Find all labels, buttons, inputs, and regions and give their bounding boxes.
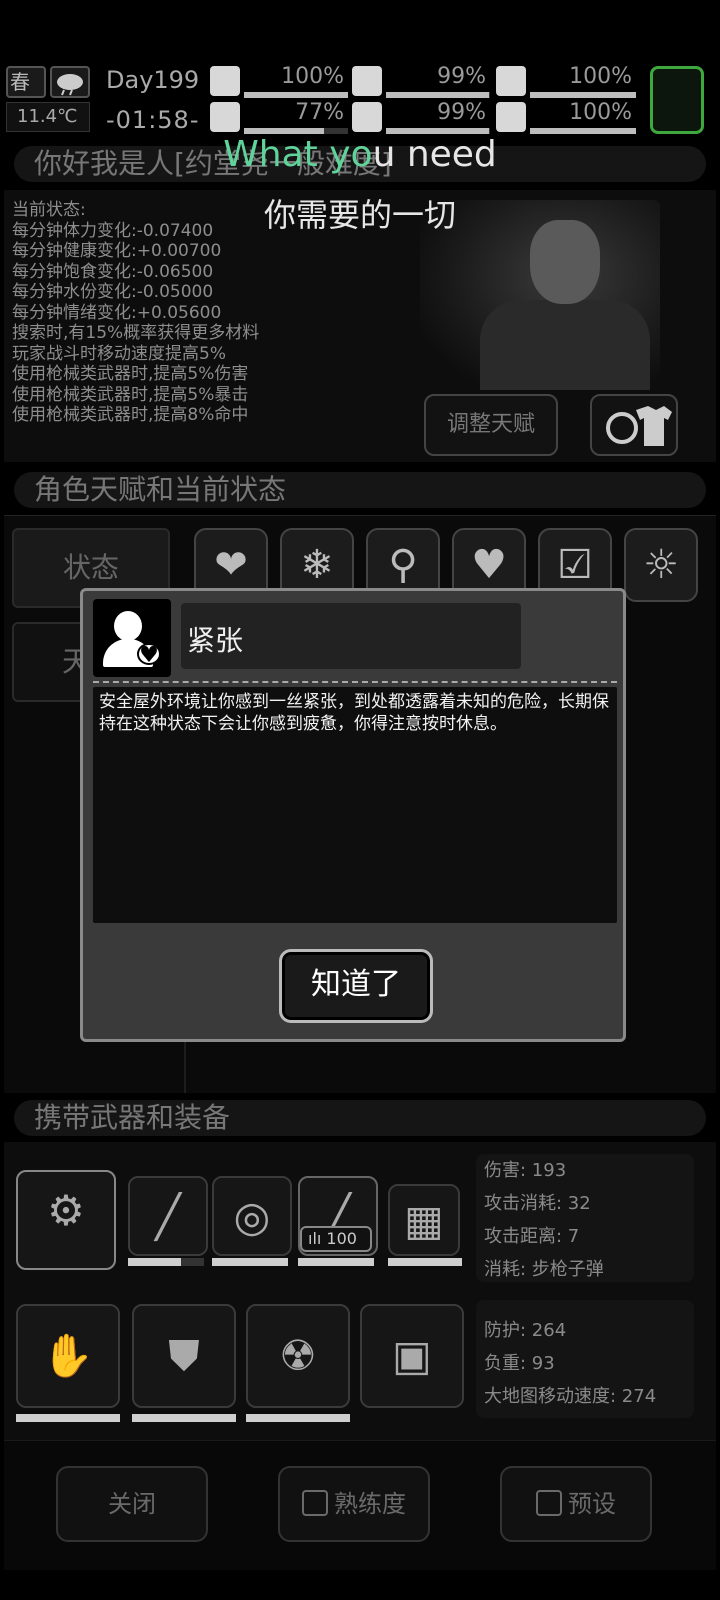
stamina-icon <box>210 102 240 132</box>
medical-stat: 100% <box>210 64 348 98</box>
change-outfit-button[interactable] <box>590 394 678 456</box>
close-button[interactable]: 关闭 <box>56 1466 208 1542</box>
status-line: 使用枪械类武器时,提高5%伤害 <box>12 364 249 384</box>
net-icon: ◎ <box>233 1192 271 1241</box>
day-counter: Day199 <box>106 66 200 94</box>
preset-label: 预设 <box>568 1490 616 1518</box>
alarm-person-icon[interactable]: ☼ <box>624 528 698 602</box>
armor-stats: 防护: 264 负重: 93 大地图移动速度: 274 <box>484 1314 656 1413</box>
armor-slot-backpack[interactable]: ▣ <box>360 1304 464 1408</box>
water-drop-icon <box>352 102 382 132</box>
heart-icon <box>496 102 526 132</box>
temperature-readout: 11.4℃ <box>6 102 90 132</box>
durability-bar <box>298 1258 374 1266</box>
game-clock: -01:58- <box>106 106 200 134</box>
weapon-stat: 伤害: 193 <box>484 1160 567 1181</box>
food-stat: 99% <box>352 64 490 98</box>
status-line: 使用枪械类武器时,提高5%暴击 <box>12 384 249 405</box>
durability-bar <box>132 1414 236 1422</box>
season-indicator: 春 <box>6 66 46 98</box>
mood-value: 100% <box>569 64 632 89</box>
backpack-icon: ▣ <box>392 1331 432 1380</box>
battery-icon <box>650 66 704 134</box>
armor-slot-gloves[interactable]: ✋ <box>16 1304 120 1408</box>
weapon-stat: 消耗: 步枪子弹 <box>484 1259 604 1280</box>
mood-stat: 100% <box>496 64 636 98</box>
minigun-icon: ⚙ <box>47 1186 85 1235</box>
stamina-stat: 77% <box>210 100 348 134</box>
caption-english: What you need <box>223 134 497 175</box>
weapon-stat: 攻击距离: 7 <box>484 1226 580 1247</box>
vest-icon: ⛊ <box>168 1331 200 1380</box>
acknowledge-button[interactable]: 知道了 <box>279 949 433 1023</box>
talents-title: 角色天赋和当前状态 <box>14 472 706 508</box>
armor-stat: 防护: 264 <box>484 1320 567 1341</box>
weapon-stat: 攻击消耗: 32 <box>484 1193 591 1214</box>
proficiency-icon <box>302 1490 328 1516</box>
durability-bar <box>128 1258 204 1266</box>
health-stat: 100% <box>496 100 636 134</box>
gloves-icon: ✋ <box>41 1331 95 1380</box>
dialog-title: 紧张 <box>187 624 244 657</box>
status-line: 搜索时,有15%概率获得更多材料 <box>12 323 260 343</box>
durability-bar <box>16 1414 120 1422</box>
armor-stat: 大地图移动速度: 274 <box>484 1386 657 1407</box>
armor-slot-gasmask[interactable]: ☢ <box>246 1304 350 1408</box>
health-value: 100% <box>569 100 632 125</box>
preset-button[interactable]: 预设 <box>500 1466 652 1542</box>
weapon-slot-net[interactable]: ◎ <box>212 1176 292 1256</box>
dialog-description: 安全屋外环境让你感到一丝紧张，到处都透露着未知的危险，长期保持在这种状态下会让你… <box>93 687 617 923</box>
stamina-value: 77% <box>295 100 344 125</box>
food-value: 99% <box>437 64 486 89</box>
ammo-counter: ılı 100 <box>300 1226 372 1252</box>
cloud-weather-icon <box>50 66 90 98</box>
proficiency-button[interactable]: 熟练度 <box>278 1466 430 1542</box>
status-line: 每分钟饱食变化:-0.06500 <box>12 261 214 282</box>
weapon-slot-melee[interactable]: ╱ <box>128 1176 208 1256</box>
status-bar: 春 11.4℃ Day199 -01:58- 100% 99% 100% 77%… <box>0 62 720 140</box>
shirt-refresh-icon <box>606 406 672 446</box>
gasmask-icon: ☢ <box>279 1331 317 1380</box>
durability-bar <box>212 1258 288 1266</box>
weapon-slot-minigun[interactable]: ⚙ <box>16 1170 116 1270</box>
status-line: 每分钟水份变化:-0.05000 <box>12 282 214 302</box>
stomach-icon <box>352 66 382 96</box>
adjust-talent-button[interactable]: 调整天赋 <box>424 394 558 456</box>
weapon-stats: 伤害: 193 攻击消耗: 32 攻击距离: 7 消耗: 步枪子弹 <box>484 1154 604 1286</box>
status-line: 使用枪械类武器时,提高8%命中 <box>12 405 249 425</box>
equipment-title: 携带武器和装备 <box>14 1100 706 1136</box>
medkit-icon <box>210 66 240 96</box>
status-line: 每分钟健康变化:+0.00700 <box>12 241 222 261</box>
status-detail-dialog: ♥ 紧张 安全屋外环境让你感到一丝紧张，到处都透露着未知的危险，长期保持在这种状… <box>80 588 626 1042</box>
armor-slot-vest[interactable]: ⛊ <box>132 1304 236 1408</box>
status-line: 玩家战斗时移动速度提高5% <box>12 343 226 364</box>
weapon-slot-device[interactable]: ▦ <box>388 1184 460 1256</box>
armor-stat: 负重: 93 <box>484 1353 555 1374</box>
water-stat: 99% <box>352 100 490 134</box>
baton-icon: ╱ <box>155 1192 181 1241</box>
durability-bar <box>246 1414 350 1422</box>
preset-icon <box>536 1490 562 1516</box>
person-heartbeat-icon: ♥ <box>93 599 171 677</box>
mood-icon <box>496 66 526 96</box>
water-value: 99% <box>437 100 486 125</box>
durability-bar <box>388 1258 462 1266</box>
proficiency-label: 熟练度 <box>334 1490 406 1518</box>
status-line: 每分钟情绪变化:+0.05600 <box>12 302 222 323</box>
device-icon: ▦ <box>404 1196 444 1245</box>
caption-chinese: 你需要的一切 <box>263 196 456 234</box>
medical-value: 100% <box>281 64 344 89</box>
